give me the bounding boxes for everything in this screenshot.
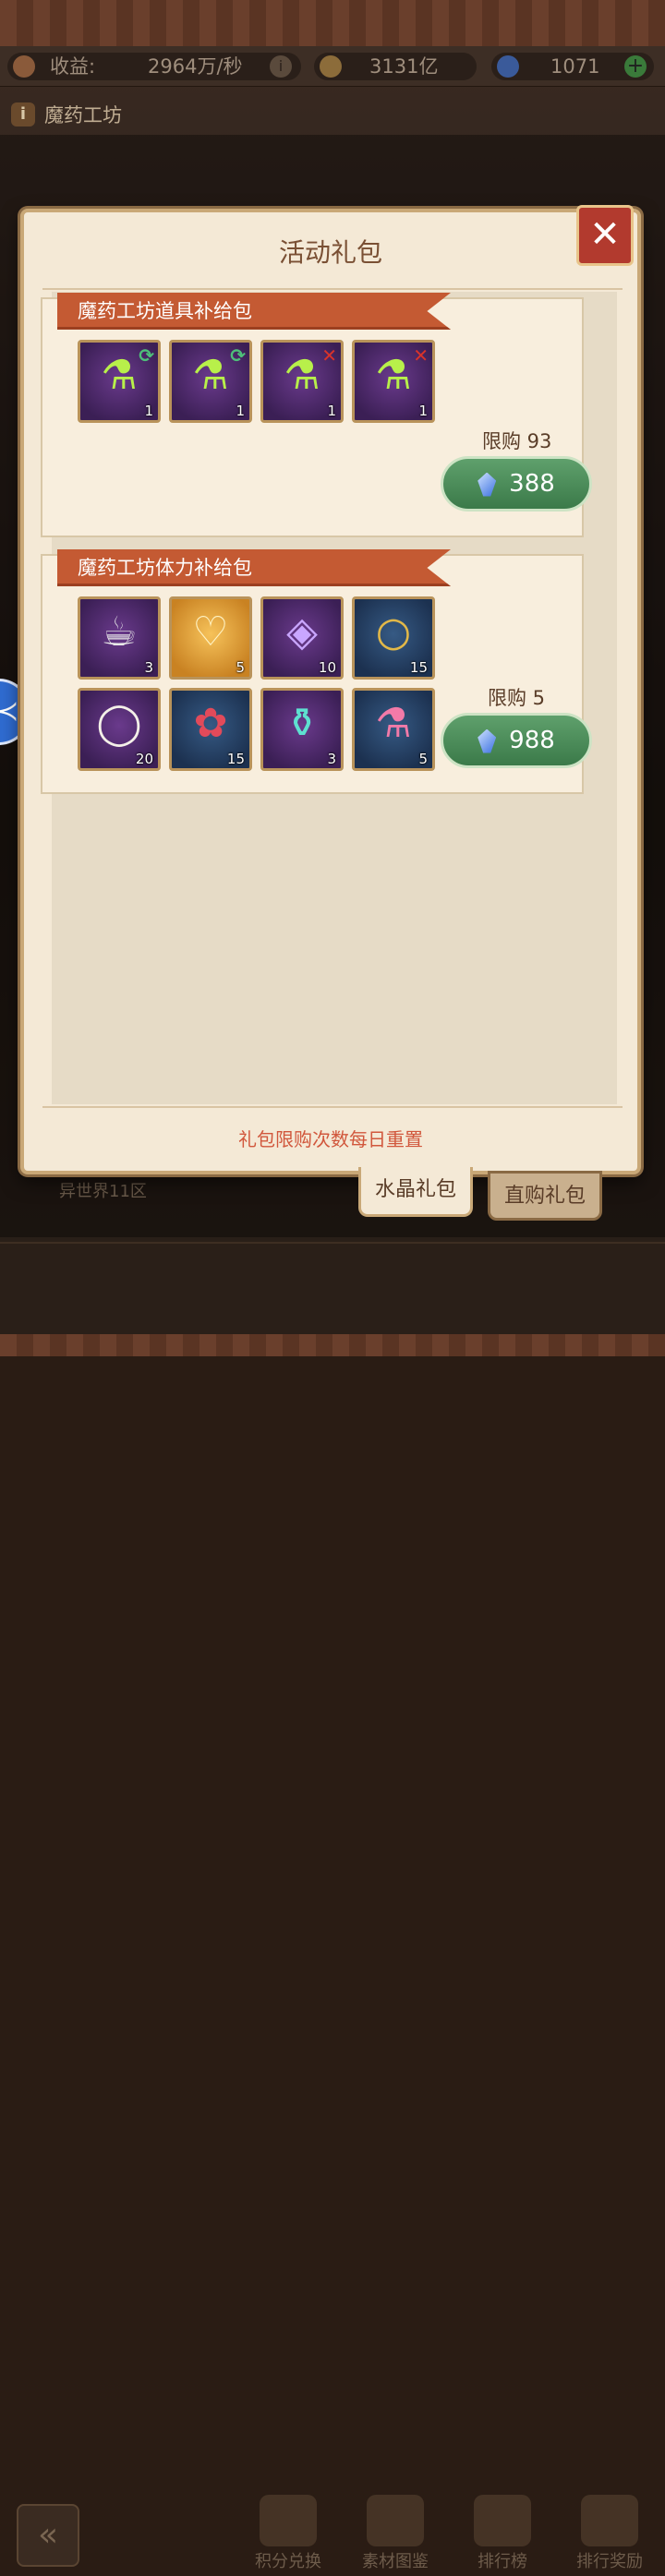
nav-materials[interactable]: 素材图鉴 (349, 2495, 441, 2576)
pack-1-price: 388 (509, 470, 555, 498)
page-title: 魔药工坊 (44, 104, 122, 126)
tab-direct-pack[interactable]: 直购礼包 (488, 1171, 602, 1221)
pack-1-title: 魔药工坊道具补给包 (57, 293, 451, 330)
cyan-vial-icon: ⚱ (284, 700, 320, 747)
pack-2-item-6[interactable]: ✿ 15 (169, 688, 252, 771)
bottom-nav: « 积分兑换 素材图鉴 排行榜 排行奖励 (0, 1242, 665, 2571)
pack-2-item-3[interactable]: ◈ 10 (260, 596, 344, 680)
pack-2-item-7[interactable]: ⚱ 3 (260, 688, 344, 771)
server-label: 异世界11区 (59, 1182, 147, 1201)
info-icon[interactable]: i (270, 55, 292, 78)
nav-ranking[interactable]: 排行榜 (456, 2495, 549, 2576)
close-button[interactable]: ✕ (576, 205, 634, 266)
flask-magnifier-icon (367, 2495, 424, 2546)
item-count: 10 (318, 659, 336, 676)
pack-1-item-4[interactable]: ⚗ ✕ 1 (352, 340, 435, 423)
item-count: 15 (409, 659, 428, 676)
pack-2-item-1[interactable]: ☕ 3 (78, 596, 161, 680)
back-button[interactable]: « (17, 2504, 79, 2567)
top-border (0, 0, 665, 46)
nav-materials-label: 素材图鉴 (362, 2552, 429, 2571)
item-count: 5 (418, 751, 428, 767)
item-count: 1 (327, 403, 336, 419)
purple-gem-ring-icon: ◈ (286, 608, 318, 656)
crystal-icon (497, 55, 519, 78)
pack-1-item-1[interactable]: ⚗ ⟳ 1 (78, 340, 161, 423)
item-count: 20 (135, 751, 153, 767)
pack-2-buy-button[interactable]: 988 (441, 713, 592, 768)
pack-1-limit: 限购 93 (482, 430, 552, 452)
pearl-necklace-icon: ◯ (96, 700, 142, 747)
item-count: 1 (418, 403, 428, 419)
gold-display: 3131亿 (314, 53, 477, 80)
refresh-icon: ⟳ (139, 344, 154, 367)
pink-potion-icon: ⚗ (375, 700, 412, 747)
item-count: 5 (236, 659, 245, 676)
tea-cup-icon: ☕ (101, 608, 138, 656)
footer-divider (42, 1106, 623, 1108)
add-crystal-icon[interactable]: + (624, 55, 647, 78)
income-label: 收益: (50, 55, 96, 78)
refresh-icon: ⟳ (230, 344, 246, 367)
nav-ranking-label: 排行榜 (478, 2552, 527, 2571)
nav-rank-rewards[interactable]: 排行奖励 (563, 2495, 656, 2576)
crystal-icon (478, 472, 497, 497)
nav-points-exchange[interactable]: 积分兑换 (242, 2495, 334, 2576)
pack-2-item-8[interactable]: ⚗ 5 (352, 688, 435, 771)
pack-2-item-2[interactable]: ♡ 5 (169, 596, 252, 680)
reward-box-icon (581, 2495, 638, 2546)
gold-ring-icon: ○ (375, 608, 412, 656)
pack-2-item-5[interactable]: ◯ 20 (78, 688, 161, 771)
pack-1-buy-button[interactable]: 388 (441, 456, 592, 512)
gift-box-icon (260, 2495, 317, 2546)
bottom-border (0, 1334, 665, 1356)
item-count: 15 (226, 751, 245, 767)
dialog-title: 活动礼包 (278, 237, 382, 268)
reset-note: 礼包限购次数每日重置 (238, 1128, 423, 1150)
item-count: 1 (144, 403, 153, 419)
item-count: 3 (327, 751, 336, 767)
heart-gem-ring-icon: ♡ (192, 608, 229, 656)
pack-2-price: 988 (509, 727, 555, 754)
title-divider (42, 288, 623, 290)
trophy-icon (474, 2495, 531, 2546)
pack-2-title: 魔药工坊体力补给包 (57, 549, 451, 586)
crystal-display: 1071 + (491, 53, 654, 80)
pack-2-limit: 限购 5 (488, 687, 546, 709)
tab-crystal-pack[interactable]: 水晶礼包 (358, 1167, 473, 1217)
page-info-icon[interactable]: i (11, 102, 35, 126)
cross-icon: ✕ (321, 344, 337, 367)
income-value: 2964万/秒 (148, 55, 243, 78)
item-count: 1 (236, 403, 245, 419)
gold-value: 3131亿 (369, 55, 439, 78)
crystal-value: 1071 (550, 55, 600, 78)
pack-1-item-2[interactable]: ⚗ ⟳ 1 (169, 340, 252, 423)
pack-2-item-4[interactable]: ○ 15 (352, 596, 435, 680)
item-count: 3 (144, 659, 153, 676)
nav-points-label: 积分兑换 (255, 2552, 321, 2571)
nav-rewards-label: 排行奖励 (576, 2552, 643, 2571)
income-display: 收益: 2964万/秒 i (7, 53, 301, 80)
shop-icon (13, 55, 35, 78)
cross-icon: ✕ (413, 344, 429, 367)
flower-wreath-icon: ✿ (193, 700, 228, 747)
gold-coin-icon (320, 55, 342, 78)
crystal-icon (478, 728, 497, 753)
pack-1-item-3[interactable]: ⚗ ✕ 1 (260, 340, 344, 423)
resource-bar: 收益: 2964万/秒 i 3131亿 1071 + (0, 46, 665, 87)
